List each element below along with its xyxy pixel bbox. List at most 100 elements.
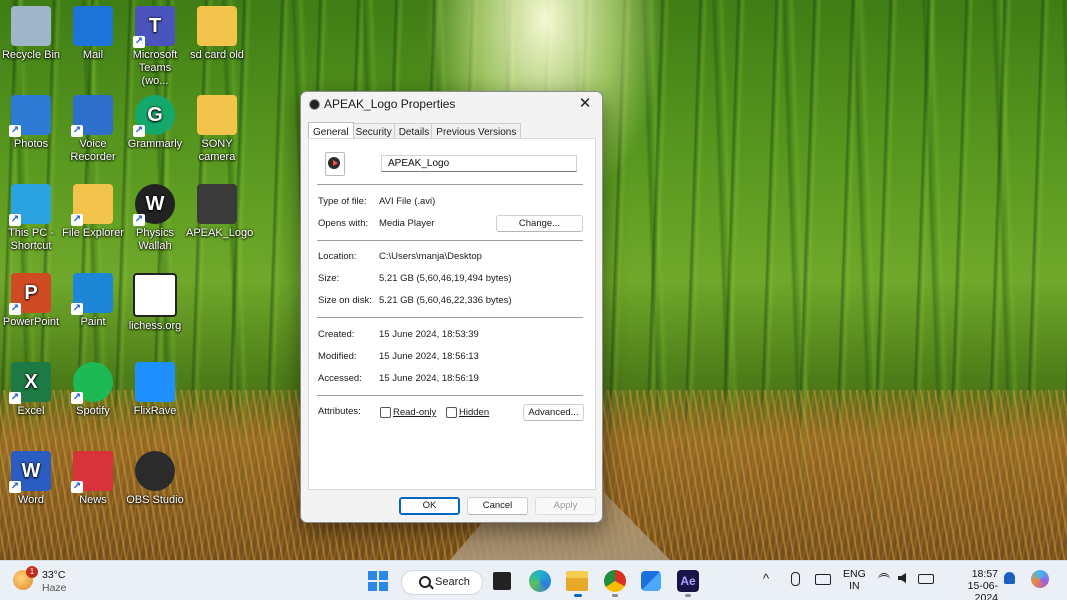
cancel-button[interactable]: Cancel (467, 497, 528, 515)
attributes-label: Attributes: (318, 406, 361, 417)
size-on-disk-value: 5.21 GB (5,60,46,22,336 bytes) (379, 295, 512, 306)
desktop-icon-mail[interactable]: Mail (62, 2, 124, 62)
shortcut-arrow-icon: ↗ (71, 125, 83, 137)
desktop-icon-apeak-logo[interactable]: APEAK_Logo (186, 180, 253, 240)
icon-glyph: W (145, 192, 165, 215)
running-app-indicator (685, 594, 691, 597)
desktop-icon-label: FlixRave (133, 405, 177, 417)
desktop-icon-physics-wallah[interactable]: W ↗ Physics Wallah (124, 180, 186, 253)
task-view-icon[interactable] (493, 572, 511, 590)
keyboard-icon[interactable] (815, 574, 831, 585)
change-button[interactable]: Change... (496, 215, 583, 232)
desktop-icon-file-explorer[interactable]: ↗ File Explorer (62, 180, 124, 240)
mail-icon (73, 6, 113, 46)
opens-with-value: Media Player (379, 218, 435, 229)
notification-badge: 1 (26, 566, 38, 578)
desktop-icon-powerpoint[interactable]: P ↗ PowerPoint (0, 269, 62, 329)
divider (317, 184, 583, 185)
desktop-icon-label: Excel (17, 405, 45, 417)
shortcut-arrow-icon: ↗ (71, 303, 83, 315)
folder-icon (197, 6, 237, 46)
grammarly-icon: G ↗ (133, 95, 175, 137)
file-name-field[interactable] (381, 155, 577, 172)
desktop-icon-grammarly[interactable]: G ↗ Grammarly (124, 91, 186, 151)
desktop-icon-news[interactable]: ↗ News (62, 447, 124, 507)
file-explorer-icon[interactable] (566, 571, 588, 591)
desktop-icon-lichess-org[interactable]: lichess.org (124, 269, 186, 333)
start-icon[interactable] (368, 571, 388, 591)
after-effects-icon[interactable]: Ae (677, 570, 699, 592)
ok-button[interactable]: OK (399, 497, 460, 515)
clock[interactable]: 18:57 15-06-2024 (946, 568, 998, 600)
desktop-icon-microsoft-teams-wo[interactable]: T ↗ Microsoft Teams (wo... (124, 2, 186, 88)
icon-glyph: P (24, 281, 38, 304)
shortcut-arrow-icon: ↗ (9, 214, 21, 226)
wifi-icon[interactable] (878, 573, 890, 586)
shortcut-arrow-icon: ↗ (133, 125, 145, 137)
obs-studio-icon (135, 451, 175, 491)
desktop-icon-flixrave[interactable]: FlixRave (124, 358, 186, 418)
desktop-icon-photos[interactable]: ↗ Photos (0, 91, 62, 151)
icon-glyph: W (21, 459, 41, 482)
tab-bar: General Security Details Previous Versions (308, 121, 522, 142)
desktop-icon-label: Photos (13, 138, 49, 150)
flixrave-icon (135, 362, 175, 402)
chevron-up-icon[interactable]: ^ (763, 571, 769, 586)
read-only-checkbox[interactable] (380, 407, 391, 418)
apply-button[interactable]: Apply (535, 497, 596, 515)
desktop-icon-label: sd card old (190, 49, 244, 61)
desktop-icon-paint[interactable]: ↗ Paint (62, 269, 124, 329)
read-only-label[interactable]: Read-only (393, 407, 436, 418)
hidden-label[interactable]: Hidden (459, 407, 489, 418)
time: 18:57 (971, 568, 998, 580)
desktop-icon-label: Microsoft Teams (wo... (132, 49, 178, 87)
chrome-icon[interactable] (604, 570, 626, 592)
desktop-icon-word[interactable]: W ↗ Word (0, 447, 62, 507)
advanced-button[interactable]: Advanced... (523, 404, 584, 421)
language-indicator[interactable]: ENG IN (843, 568, 866, 592)
region-code: IN (849, 580, 860, 592)
spotify-icon: ↗ (71, 362, 113, 404)
desktop-icon-this-pc-shortcut[interactable]: ↗ This PC - Shortcut (0, 180, 62, 253)
teams-icon: T ↗ (133, 6, 175, 48)
modified-label: Modified: (318, 351, 357, 362)
desktop-icon-excel[interactable]: X ↗ Excel (0, 358, 62, 418)
location-value: C:\Users\manja\Desktop (379, 251, 482, 262)
shortcut-arrow-icon: ↗ (133, 214, 145, 226)
desktop-icon-voice-recorder[interactable]: ↗ Voice Recorder (62, 91, 124, 164)
shortcut-arrow-icon: ↗ (9, 481, 21, 493)
close-icon[interactable]: ✕ (574, 93, 596, 115)
desktop-icon-label: Grammarly (127, 138, 183, 150)
search-label: Search (435, 576, 470, 588)
copilot-icon[interactable] (1031, 570, 1049, 588)
taskbar-search[interactable]: Search (401, 570, 483, 595)
dialog-titlebar[interactable]: APEAK_Logo Properties ✕ (301, 92, 602, 116)
paint-icon: ↗ (71, 273, 113, 315)
language-code: ENG (843, 568, 866, 580)
volume-icon[interactable] (898, 573, 906, 583)
lichess-icon (133, 273, 177, 317)
general-panel: Type of file: AVI File (.avi) Opens with… (308, 138, 596, 490)
microsoft-store-icon[interactable] (641, 571, 661, 591)
desktop-icon-recycle-bin[interactable]: Recycle Bin (0, 2, 62, 62)
notification-bell-icon[interactable] (1004, 572, 1015, 584)
divider (317, 317, 583, 318)
divider (317, 395, 583, 396)
desktop-icon-sony-camera[interactable]: SONY camera (186, 91, 248, 164)
desktop-icon-label: Paint (80, 316, 106, 328)
running-app-indicator (612, 594, 618, 597)
taskbar: 1 33°C Haze Search Ae ^ ENG IN 18:57 15-06… (0, 560, 1067, 600)
hidden-checkbox[interactable] (446, 407, 457, 418)
recycle-bin-icon (11, 6, 51, 46)
desktop-icon-label: OBS Studio (126, 494, 184, 506)
edge-icon[interactable] (529, 570, 551, 592)
accessed-label: Accessed: (318, 373, 362, 384)
powerpoint-icon: P ↗ (9, 273, 51, 315)
size-label: Size: (318, 273, 340, 284)
shortcut-arrow-icon: ↗ (71, 392, 83, 404)
desktop-icon-spotify[interactable]: ↗ Spotify (62, 358, 124, 418)
microphone-icon[interactable] (791, 572, 800, 586)
desktop-icon-sd-card-old[interactable]: sd card old (186, 2, 248, 62)
desktop-icon-obs-studio[interactable]: OBS Studio (124, 447, 186, 507)
battery-icon[interactable] (918, 574, 934, 584)
